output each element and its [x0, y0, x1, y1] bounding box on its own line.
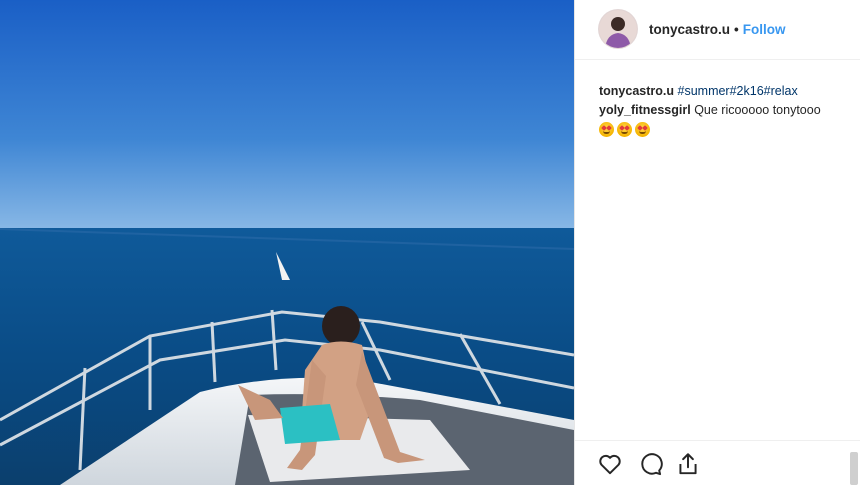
separator-dot: •	[734, 22, 739, 37]
follow-button[interactable]: Follow	[743, 22, 786, 37]
comment-icon	[641, 453, 663, 476]
caption-hashtags[interactable]: #summer#2k16#relax	[678, 84, 798, 98]
caption-comment: tonycastro.u #summer#2k16#relax	[599, 82, 855, 101]
avatar-image	[599, 10, 637, 48]
comment-username[interactable]: tonycastro.u	[599, 84, 674, 98]
heart-eyes-emoji-icon	[599, 122, 614, 137]
heart-eyes-emoji-icon	[635, 122, 650, 137]
post-photo[interactable]	[0, 0, 574, 485]
list-item: yoly_fitnessgirl Que ricooooo tonytooo	[599, 101, 855, 120]
post-actions-bar	[575, 440, 860, 485]
avatar[interactable]	[599, 10, 637, 48]
comment-username[interactable]: yoly_fitnessgirl	[599, 103, 691, 117]
comment-emojis	[599, 122, 855, 137]
share-button[interactable]	[675, 451, 701, 477]
comments-list: tonycastro.u #summer#2k16#relax yoly_fit…	[599, 82, 855, 137]
scrollbar[interactable]	[850, 452, 858, 485]
comment-button[interactable]	[637, 451, 663, 477]
like-button[interactable]	[597, 451, 623, 477]
heart-icon	[599, 454, 621, 475]
post-header: tonycastro.u • Follow	[575, 0, 860, 60]
comment-text: Que ricooooo tonytooo	[694, 103, 821, 117]
heart-eyes-emoji-icon	[617, 122, 632, 137]
share-icon	[679, 453, 697, 475]
post-details-panel: tonycastro.u • Follow tonycastro.u #summer…	[574, 0, 860, 485]
post-username[interactable]: tonycastro.u	[649, 22, 730, 37]
header-text: tonycastro.u • Follow	[649, 22, 786, 37]
boat-photo-illustration	[0, 0, 574, 485]
